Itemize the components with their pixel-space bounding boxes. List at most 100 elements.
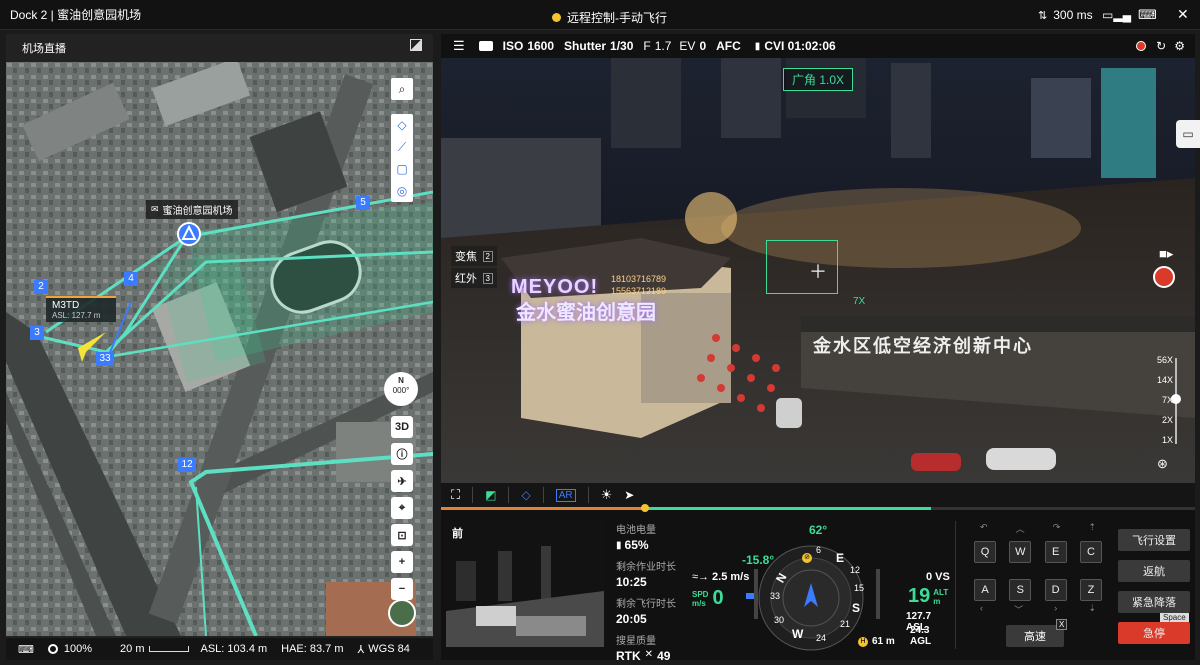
- camera-header: ☰ ISO 1600 Shutter 1/30 F 1.7 EV 0 AFC ▮…: [441, 34, 1195, 58]
- latency-indicator: ⇅ 300 ms: [1038, 8, 1093, 22]
- key-w[interactable]: W: [1009, 541, 1032, 563]
- key-e[interactable]: E: [1044, 541, 1067, 563]
- pin-icon[interactable]: ◇: [521, 488, 530, 502]
- shutter-value: 1/30: [610, 39, 634, 53]
- scene-sign-phone2: 15563712189: [611, 286, 667, 296]
- return-home-button[interactable]: 返航: [1118, 560, 1190, 582]
- camera-view[interactable]: MEYOO! 18103716789 15563712189 金水蜜油创意园 金…: [441, 58, 1195, 483]
- fullscreen-icon[interactable]: [410, 39, 422, 51]
- map-compass[interactable]: N 000°: [384, 372, 418, 406]
- nav-arrow-icon[interactable]: ➤: [624, 488, 634, 502]
- key-a[interactable]: A: [974, 579, 996, 601]
- key-z[interactable]: Z: [1079, 579, 1102, 601]
- divider: [542, 487, 544, 503]
- pin-icon[interactable]: ◇: [391, 114, 413, 136]
- speed-mode-key: X: [1056, 619, 1068, 630]
- battery-icon: ▮: [616, 539, 622, 551]
- 3d-button[interactable]: 3D: [391, 416, 413, 438]
- scene-sign-park: 金水蜜油创意园: [516, 302, 656, 324]
- rotate-right-icon: ↷: [1052, 522, 1061, 532]
- waypoint-marker[interactable]: 12: [178, 458, 196, 472]
- refresh-icon[interactable]: ↻: [1156, 39, 1166, 53]
- ar-target-icon[interactable]: ⊛: [1157, 456, 1168, 472]
- keyboard-icon[interactable]: ⌨: [18, 643, 34, 656]
- close-icon[interactable]: ✕: [1177, 6, 1189, 23]
- key-d[interactable]: D: [1044, 579, 1067, 601]
- wind-icon: ≈→: [692, 571, 710, 583]
- key-hints-bottom: ‹ ﹀ › ⇣: [974, 603, 1102, 616]
- search-icon[interactable]: ⌕: [391, 78, 413, 100]
- zoom-in-icon[interactable]: +: [391, 551, 413, 573]
- drone-info-card[interactable]: M3TD ASL: 127.7 m: [46, 296, 116, 322]
- waypoint-marker[interactable]: 33: [96, 352, 114, 366]
- draw-tools: ◇ ⟋ ▢ ◎: [391, 114, 413, 202]
- f-label: F: [643, 39, 651, 53]
- waypoint-marker[interactable]: 4: [124, 272, 138, 286]
- record-dot-icon[interactable]: [1136, 41, 1147, 51]
- worktime-label: 剩余作业时长: [616, 562, 676, 573]
- video-camera-icon[interactable]: ■▸: [1159, 246, 1173, 262]
- waypoint-marker[interactable]: 3: [30, 326, 44, 340]
- zoom-slider-thumb[interactable]: [1171, 394, 1181, 404]
- key-q[interactable]: Q: [974, 541, 996, 563]
- pip-view[interactable]: 前: [446, 521, 604, 647]
- map-layer-button[interactable]: [388, 599, 416, 627]
- flight-progress: [441, 507, 1195, 510]
- settings-sliders-icon[interactable]: ☰: [453, 38, 465, 54]
- zoom-split-icon[interactable]: ◩: [485, 488, 496, 502]
- key-s[interactable]: S: [1009, 579, 1032, 601]
- gnss-label: 搜星质量: [616, 636, 656, 647]
- left-icon: ‹: [980, 603, 983, 613]
- key-c[interactable]: C: [1079, 541, 1102, 563]
- ir-scene: [446, 521, 604, 647]
- emergency-stop-button[interactable]: 急停: [1118, 622, 1190, 644]
- emergency-land-button[interactable]: 紧急降落: [1118, 591, 1190, 613]
- keyboard-icon[interactable]: ⌨: [1138, 7, 1157, 23]
- home-distance: 61 m: [872, 636, 895, 647]
- flight-settings-button[interactable]: 飞行设置: [1118, 529, 1190, 551]
- area-icon[interactable]: ▢: [391, 158, 413, 180]
- waypoint-marker[interactable]: 5: [356, 196, 370, 210]
- up-icon: ︿: [1015, 524, 1025, 534]
- flight-mode-text: 远程控制-手动飞行: [567, 11, 667, 25]
- info-icon[interactable]: ⓘ: [391, 443, 413, 465]
- flytime-value: 20:05: [616, 612, 647, 626]
- dial-label-30: 30: [774, 615, 785, 625]
- storage-icon: ▮: [754, 40, 761, 52]
- afc-label: AFC: [716, 39, 741, 53]
- locate-icon[interactable]: ⌖: [391, 497, 413, 519]
- frame-icon[interactable]: ⛶: [451, 487, 460, 503]
- battery-label: 电池电量: [616, 525, 656, 536]
- record-button[interactable]: [1153, 266, 1175, 288]
- ai-icon[interactable]: ⊡: [391, 524, 413, 546]
- home-icon: H: [858, 637, 868, 647]
- status-dot-icon: [552, 13, 561, 22]
- flight-mode-indicator: 远程控制-手动飞行: [552, 9, 667, 26]
- lens-option-zoom[interactable]: 变焦 2: [451, 246, 497, 266]
- map-controls: 3D ⓘ ✈ ⌖ ⊡ + −: [391, 416, 413, 600]
- map-view[interactable]: 2 3 4 5 33 12 ✉ 蜜油创意园机场 M3TD ASL: 127.7 …: [6, 62, 433, 636]
- satellite-map[interactable]: [6, 62, 433, 636]
- crosshair-icon: ＋: [809, 262, 827, 282]
- rotate-left-icon: ↶: [980, 522, 988, 532]
- flytime-label: 剩余飞行时长: [616, 599, 676, 610]
- ar-icon[interactable]: AR: [555, 488, 576, 502]
- lens-option-ir[interactable]: 红外 3: [451, 268, 497, 288]
- waypoint-marker[interactable]: 2: [34, 280, 48, 294]
- dial-label-6: 6: [816, 545, 822, 555]
- line-icon[interactable]: ⟋: [391, 136, 413, 158]
- circle-icon[interactable]: ◎: [391, 180, 413, 202]
- signal-strength-icon[interactable]: ▭▂▄: [1102, 8, 1131, 22]
- telemetry-panel: 电池电量 ▮ 65% 剩余作业时长 10:25 剩余飞行时长 20:05 搜星质…: [616, 521, 696, 663]
- gnss-value: RTK ✕ 49: [616, 649, 671, 663]
- alt-tape: [876, 569, 880, 619]
- zoom-scale: 56X 14X 7X 2X 1X: [1156, 355, 1173, 445]
- aircraft-icon[interactable]: ✈: [391, 470, 413, 492]
- lens-badge[interactable]: 广角 1.0X: [783, 68, 854, 91]
- zoom-out-icon[interactable]: −: [391, 578, 413, 600]
- message-icon[interactable]: ▭: [1176, 120, 1200, 148]
- light-icon[interactable]: ☀: [601, 487, 613, 503]
- down-icon: ﹀: [1014, 605, 1024, 615]
- gear-icon[interactable]: ⚙: [1174, 39, 1185, 53]
- dial-label-21: 21: [840, 619, 851, 629]
